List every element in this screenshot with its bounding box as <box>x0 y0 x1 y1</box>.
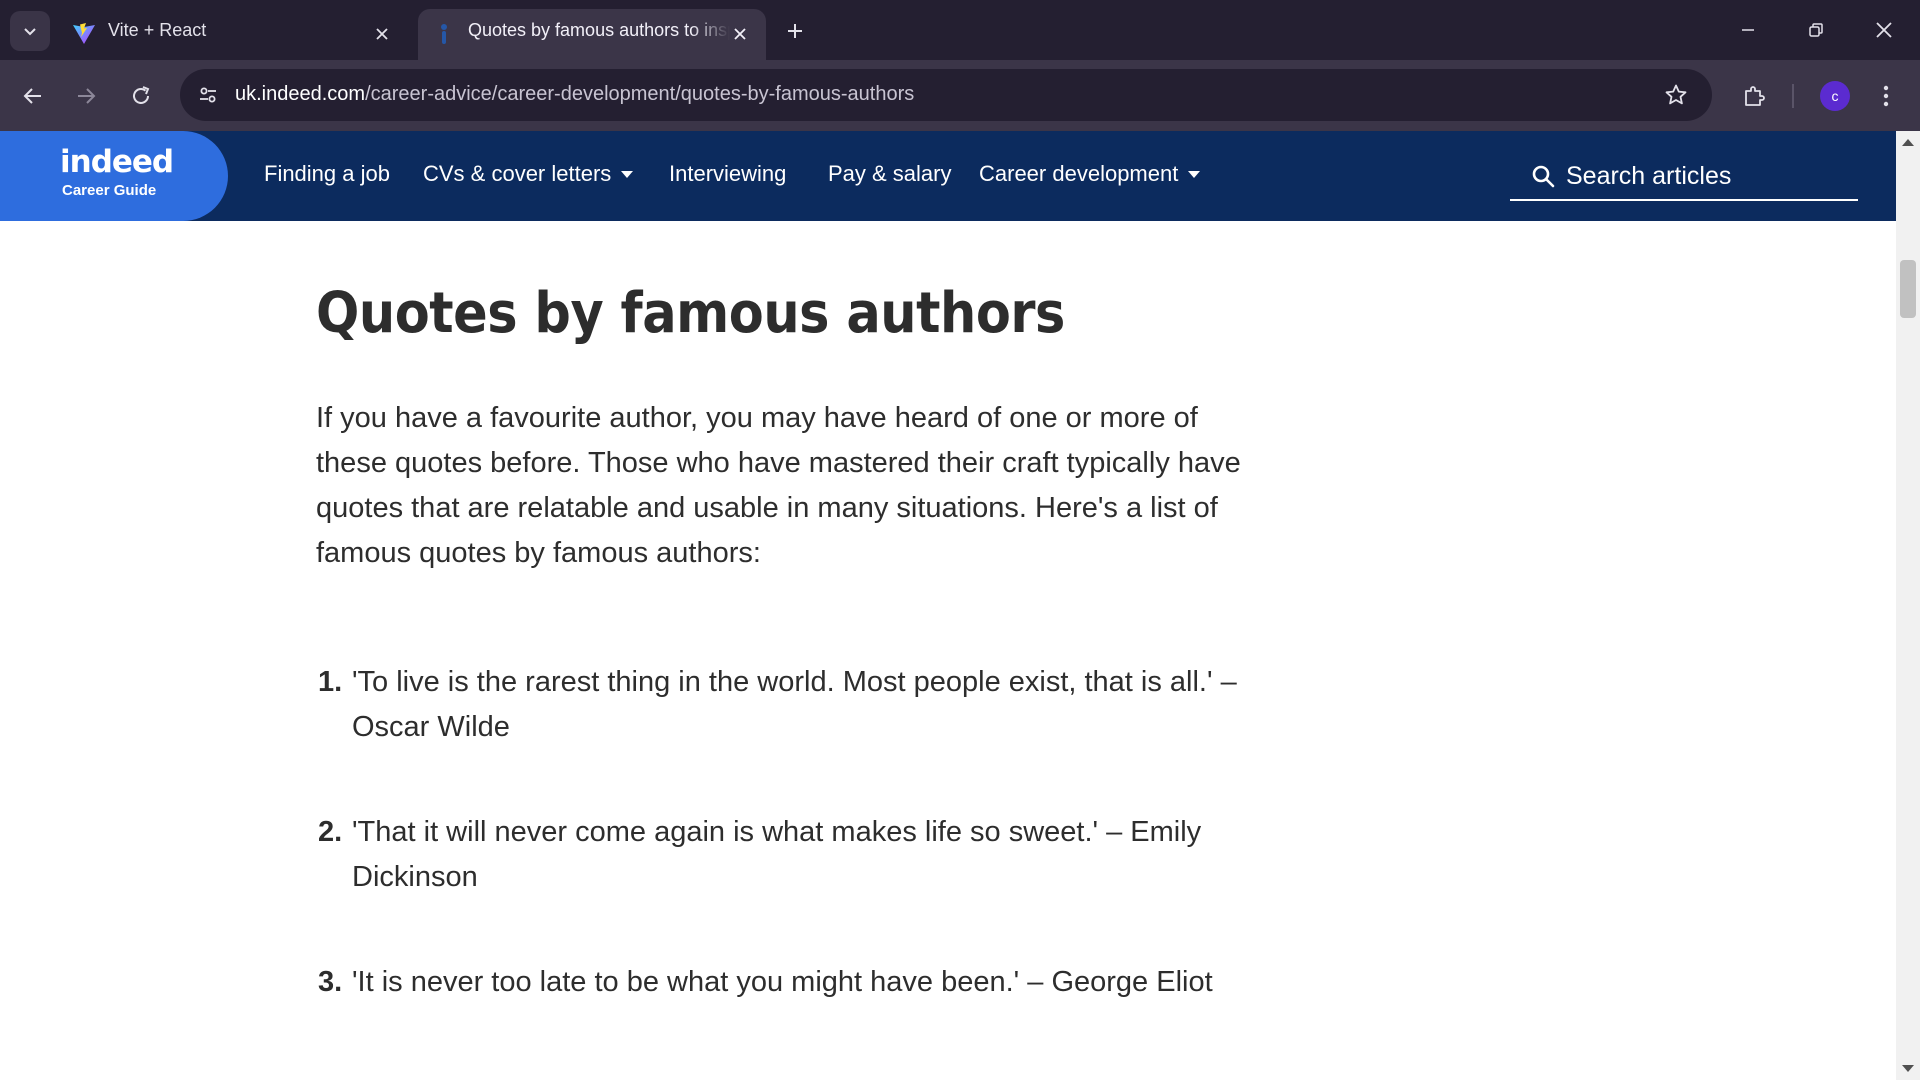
quote-list: 1. 'To live is the rarest thing in the w… <box>316 660 1276 1005</box>
nav-interviewing[interactable]: Interviewing <box>669 161 786 187</box>
indeed-logo: indeed <box>60 144 174 180</box>
article-intro: If you have a favourite author, you may … <box>316 402 1241 569</box>
brand-logo-link[interactable]: indeed Career Guide <box>0 131 228 221</box>
address-bar[interactable]: uk.indeed.com/career-advice/career-devel… <box>180 69 1712 121</box>
forward-button[interactable] <box>66 76 106 116</box>
caret-down-icon <box>1188 170 1201 178</box>
close-icon <box>1876 22 1892 38</box>
browser-toolbar: uk.indeed.com/career-advice/career-devel… <box>0 60 1920 131</box>
browser-menu-button[interactable] <box>1870 76 1902 116</box>
tab-title: Vite + React <box>108 20 207 40</box>
profile-avatar[interactable]: c <box>1820 81 1850 111</box>
back-button[interactable] <box>13 76 53 116</box>
nav-label: Interviewing <box>669 161 787 186</box>
page-title: Quotes by famous authors <box>316 281 1065 346</box>
tab-vite-react[interactable]: Vite + React <box>58 9 408 60</box>
list-item: 1. 'To live is the rarest thing in the w… <box>316 660 1266 750</box>
indeed-favicon-icon <box>441 24 447 44</box>
site-info-button[interactable] <box>190 77 226 113</box>
article: Quotes by famous authors If you have a f… <box>316 282 1276 1065</box>
career-guide-label: Career Guide <box>62 182 157 199</box>
tab-quotes-by-famous-authors[interactable]: Quotes by famous authors to inspire you <box>418 9 766 60</box>
vite-favicon-icon <box>73 23 95 44</box>
minimize-button[interactable] <box>1714 0 1782 60</box>
nav-finding-a-job[interactable]: Finding a job <box>264 161 390 187</box>
nav-cvs-cover-letters[interactable]: CVs & cover letters <box>423 161 634 187</box>
arrow-left-icon <box>23 88 41 104</box>
search-icon <box>1530 163 1556 189</box>
list-number: 3. <box>318 966 343 998</box>
plus-icon <box>788 24 802 38</box>
minimize-icon <box>1742 29 1754 31</box>
url-path: /career-advice/career-development/quotes… <box>365 83 915 105</box>
chevron-down-icon <box>24 28 36 36</box>
nav-label: CVs & cover letters <box>423 161 612 186</box>
arrow-right-icon <box>78 88 96 104</box>
nav-label: Finding a job <box>264 161 390 186</box>
nav-label: Career development <box>979 161 1179 186</box>
tab-strip: Vite + React Quotes by famous authors to… <box>0 0 1920 60</box>
caret-down-icon <box>621 170 634 178</box>
site-header: indeed Career Guide Finding a job CVs & … <box>0 131 1896 221</box>
puzzle-icon <box>1745 86 1765 106</box>
quote-text: 'It is never too late to be what you mig… <box>352 966 1213 998</box>
url-text: uk.indeed.com/career-advice/career-devel… <box>235 83 914 106</box>
close-tab-icon[interactable] <box>728 22 752 46</box>
nav-career-development[interactable]: Career development <box>979 161 1201 187</box>
scrollbar-thumb[interactable] <box>1900 260 1916 318</box>
more-vertical-icon <box>1883 85 1889 107</box>
page-scrollbar[interactable] <box>1896 131 1920 1080</box>
close-tab-icon[interactable] <box>370 22 394 46</box>
star-icon <box>1665 84 1687 105</box>
quote-text: 'That it will never come again is what m… <box>352 816 1202 893</box>
reload-icon <box>133 86 150 104</box>
tab-search-button[interactable] <box>10 11 50 51</box>
nav-pay-salary[interactable]: Pay & salary <box>828 161 952 187</box>
list-number: 2. <box>318 816 343 848</box>
page-viewport: indeed Career Guide Finding a job CVs & … <box>0 131 1920 1080</box>
restore-icon <box>1809 23 1823 37</box>
bookmark-button[interactable] <box>1658 77 1694 113</box>
close-window-button[interactable] <box>1850 0 1918 60</box>
list-item: 3. 'It is never too late to be what you … <box>316 960 1266 1005</box>
url-host: uk.indeed.com <box>235 83 366 105</box>
toolbar-divider <box>1792 84 1794 108</box>
restore-button[interactable] <box>1782 0 1850 60</box>
quote-text: 'To live is the rarest thing in the worl… <box>352 666 1237 743</box>
list-number: 1. <box>318 666 343 698</box>
scroll-down-arrow-icon[interactable] <box>1902 1065 1914 1072</box>
nav-label: Pay & salary <box>828 161 952 186</box>
reload-button[interactable] <box>121 76 161 116</box>
extensions-button[interactable] <box>1734 76 1774 116</box>
list-item: 2. 'That it will never come again is wha… <box>316 810 1266 900</box>
search-articles-button[interactable]: Search articles <box>1510 153 1858 201</box>
tab-title: Quotes by famous authors to inspire you <box>468 20 730 40</box>
new-tab-button[interactable] <box>778 14 812 48</box>
tune-icon <box>200 87 216 103</box>
search-articles-label: Search articles <box>1566 161 1732 190</box>
scroll-up-arrow-icon[interactable] <box>1902 139 1914 146</box>
